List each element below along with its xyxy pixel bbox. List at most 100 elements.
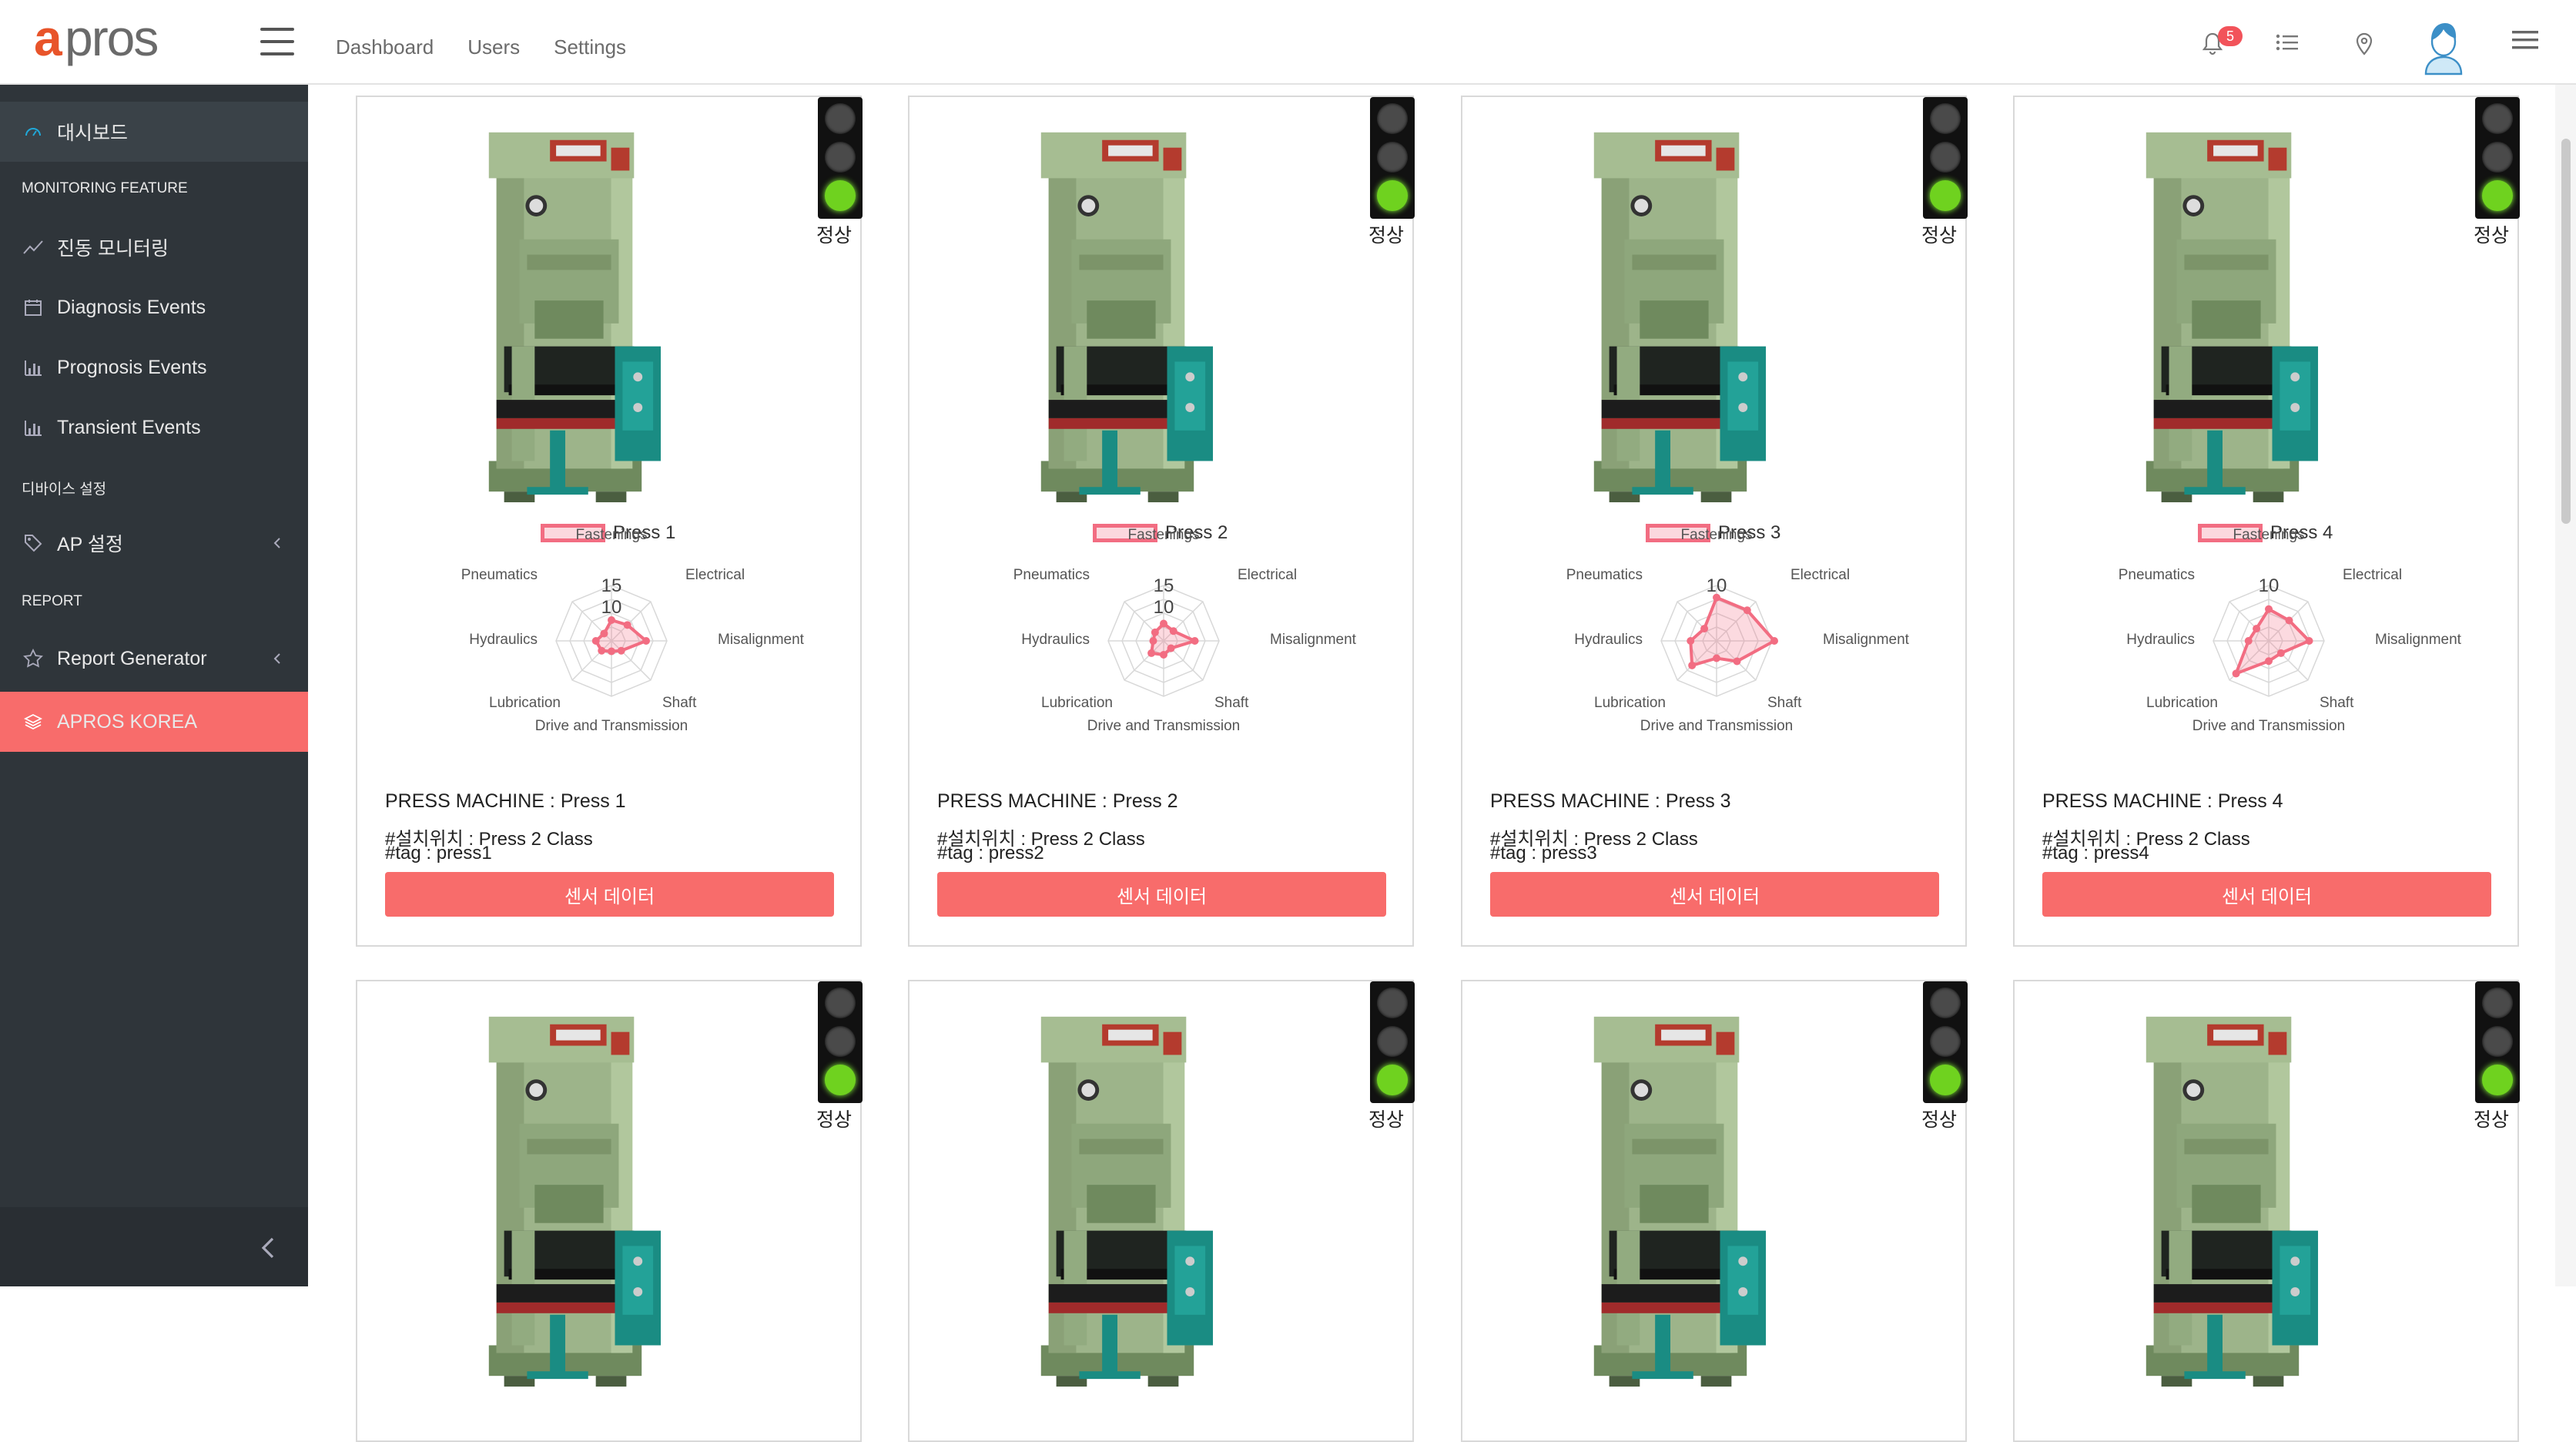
machine-card: 정상 Press 1 15 10 Fastenings Electrical Misalig… <box>356 96 863 947</box>
nav-dashboard-link[interactable]: Dashboard <box>336 35 434 59</box>
radar-axis-label: Lubrication <box>2146 695 2218 711</box>
off-lamp <box>1930 1026 1961 1057</box>
status-label: 정상 <box>1368 225 1405 246</box>
speedometer-icon <box>22 120 45 143</box>
location-pin-icon[interactable] <box>2355 32 2373 59</box>
radar-data-point[interactable] <box>608 616 615 624</box>
sidebar-item-transient-events[interactable]: Transient Events <box>0 397 308 458</box>
trend-line-icon <box>22 236 45 259</box>
radar-data-point[interactable] <box>1151 628 1159 636</box>
radar-data-point[interactable] <box>1733 657 1741 666</box>
calendar-icon <box>22 296 45 319</box>
radar-axis-label: Lubrication <box>489 695 561 711</box>
sidebar-item-dashboard[interactable]: 대시보드 <box>0 102 308 162</box>
radar-data-point[interactable] <box>1167 644 1175 652</box>
radar-data-point[interactable] <box>1687 637 1695 645</box>
radar-data-point[interactable] <box>623 621 631 629</box>
notification-count-badge: 5 <box>2218 26 2243 46</box>
radar-data-point[interactable] <box>608 647 615 656</box>
radar-data-point[interactable] <box>591 637 600 645</box>
sidebar-toggle-button[interactable] <box>260 28 294 55</box>
radar-axis-label: Pneumatics <box>1013 567 1090 583</box>
aside-menu-toggle-icon[interactable] <box>2512 29 2538 55</box>
radar-axis-label: Shaft <box>1767 695 1802 711</box>
sidebar-item-report-generator[interactable]: Report Generator <box>0 629 308 689</box>
bar-chart-icon <box>22 356 45 379</box>
radar-axis-label: Misalignment <box>718 632 805 648</box>
sidebar-item-label: Diagnosis Events <box>57 296 206 318</box>
sidebar-item-prognosis-events[interactable]: Prognosis Events <box>0 337 308 397</box>
radar-data-point[interactable] <box>2305 637 2313 645</box>
radar-data-point[interactable] <box>2253 625 2261 633</box>
radar-data-point[interactable] <box>2232 669 2240 678</box>
radar-axis-label: Misalignment <box>1270 632 1357 648</box>
radar-tick-label: 15 <box>1154 575 1174 596</box>
radar-data-point[interactable] <box>1169 627 1177 635</box>
off-lamp <box>1377 988 1408 1018</box>
radar-axis-label: Misalignment <box>2375 632 2462 648</box>
radar-data-point[interactable] <box>1149 637 1157 645</box>
sensor-data-button[interactable]: 센서 데이터 <box>2042 872 2491 917</box>
radar-data-point[interactable] <box>1147 649 1156 657</box>
radar-data-point[interactable] <box>2244 637 2253 645</box>
sensor-data-button[interactable]: 센서 데이터 <box>937 872 1386 917</box>
off-lamp <box>1377 103 1408 134</box>
radar-data-point[interactable] <box>2265 657 2273 666</box>
off-lamp <box>825 142 856 173</box>
radar-data-point[interactable] <box>2276 649 2285 657</box>
radar-data-point[interactable] <box>1713 593 1720 602</box>
list-icon[interactable] <box>2276 32 2299 56</box>
radar-data-point[interactable] <box>598 646 606 655</box>
apros-logo[interactable]: a pros <box>34 14 211 68</box>
radar-data-point[interactable] <box>1191 637 1199 645</box>
sidebar-item-ap-settings[interactable]: AP 설정 <box>0 513 308 573</box>
radar-axis-label: Electrical <box>1790 567 1850 583</box>
traffic-light-indicator <box>1370 981 1415 1103</box>
green-lamp <box>1377 180 1408 211</box>
off-lamp <box>825 1026 856 1057</box>
sensor-data-button[interactable]: 센서 데이터 <box>1490 872 1939 917</box>
radar-axis-label: Misalignment <box>1823 632 1910 648</box>
radar-data-point[interactable] <box>1688 661 1697 669</box>
machine-card: 정상 Press 4 10 Fastenings Electrical Misalignm… <box>2013 96 2520 947</box>
radar-chart: 1510 Fastenings Electrical Misalignment Shaf… <box>461 527 805 734</box>
notification-bell-icon[interactable]: 5 <box>2202 26 2243 59</box>
svg-text:a: a <box>34 14 63 66</box>
radar-data-point[interactable] <box>642 637 650 645</box>
radar-data-point[interactable] <box>1770 637 1778 645</box>
page-scrollbar[interactable] <box>2555 85 2576 1286</box>
radar-axis-label: Lubrication <box>1041 695 1113 711</box>
sidebar-item-apros-korea[interactable]: APROS KOREA <box>0 692 308 752</box>
radar-axis-label: Pneumatics <box>2119 567 2195 583</box>
radar-data-point[interactable] <box>600 629 608 638</box>
radar-data-point[interactable] <box>2285 616 2293 625</box>
layers-icon <box>22 710 45 733</box>
sidebar-item-vibration-monitoring[interactable]: 진동 모니터링 <box>0 217 308 277</box>
radar-axis-label: Shaft <box>662 695 697 711</box>
sidebar-footer <box>0 1207 308 1286</box>
radar-axis-label: Drive and Transmission <box>535 718 688 734</box>
scrollbar-thumb[interactable] <box>2561 139 2571 524</box>
radar-data-point[interactable] <box>1700 625 1709 633</box>
traffic-light-indicator <box>1923 97 1968 219</box>
press-machine-image <box>1593 132 1767 503</box>
green-lamp <box>825 180 856 211</box>
off-lamp <box>1930 988 1961 1018</box>
nav-users-link[interactable]: Users <box>467 35 520 59</box>
off-lamp <box>2482 1026 2513 1057</box>
nav-settings-link[interactable]: Settings <box>554 35 626 59</box>
traffic-light-indicator <box>2475 97 2520 219</box>
radar-data-point[interactable] <box>617 646 625 655</box>
radar-data-point[interactable] <box>1160 651 1167 659</box>
radar-data-point[interactable] <box>1713 654 1720 662</box>
radar-data-point[interactable] <box>1160 619 1167 628</box>
sidebar-minimize-chevron-icon[interactable] <box>257 1235 280 1261</box>
radar-data-point[interactable] <box>1743 606 1751 615</box>
radar-data-point[interactable] <box>2265 605 2273 613</box>
green-lamp <box>1377 1065 1408 1095</box>
sensor-data-button[interactable]: 센서 데이터 <box>385 872 834 917</box>
sidebar-item-diagnosis-events[interactable]: Diagnosis Events <box>0 277 308 337</box>
off-lamp <box>1377 142 1408 173</box>
user-avatar[interactable] <box>2420 20 2467 79</box>
sidebar-section-monitoring: MONITORING FEATURE <box>22 180 188 196</box>
